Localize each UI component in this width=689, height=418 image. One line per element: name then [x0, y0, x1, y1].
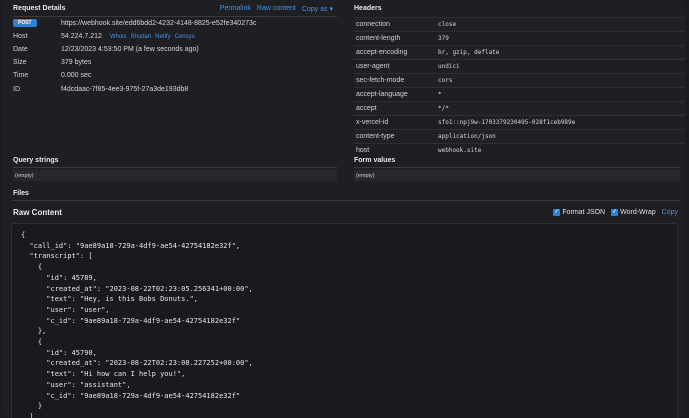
files-title: Files — [13, 190, 29, 197]
header-key: x-vercel-id — [356, 119, 389, 126]
header-key: host — [356, 147, 370, 154]
whois-link[interactable]: Whois — [110, 34, 127, 40]
shodan-link[interactable]: Shodan — [131, 34, 152, 40]
raw-content-controls: ✓ Format JSON ✓ Word-Wrap Copy — [553, 209, 678, 216]
header-value: * — [438, 91, 442, 98]
method-cell: POST — [13, 19, 61, 27]
headers-title: Headers — [354, 5, 382, 12]
header-value: br, gzip, deflate — [438, 49, 500, 56]
censys-link[interactable]: Censys — [175, 34, 195, 40]
copy-button[interactable]: Copy — [662, 209, 678, 216]
checkmark-icon: ✓ — [611, 209, 619, 216]
header-key: sec-fetch-mode — [356, 77, 405, 84]
method-badge: POST — [13, 19, 37, 27]
query-strings-value: (empty) — [13, 170, 337, 181]
host-value: 54.224.7.212 — [61, 33, 102, 40]
id-value: f4dcdaac-7f85-4ee3-975f-27a3de193db8 — [61, 86, 189, 93]
query-strings-title: Query strings — [13, 157, 59, 164]
header-row: accept-language * — [354, 87, 685, 101]
request-details-title: Request Details — [13, 5, 66, 12]
raw-content-body[interactable]: { "call_id": "9ae89a18-729a-4df9-ae54-42… — [11, 223, 678, 418]
netify-link[interactable]: Netify — [155, 34, 170, 40]
form-values-title: Form values — [354, 157, 396, 164]
header-row: sec-fetch-mode cors — [354, 73, 685, 87]
header-row: accept */* — [354, 101, 685, 115]
chevron-down-icon: ▾ — [329, 6, 333, 13]
header-row: content-length 379 — [354, 31, 685, 45]
permalink-link[interactable]: Permalink — [220, 5, 251, 13]
checkmark-icon: ✓ — [553, 209, 561, 216]
header-key: accept-encoding — [356, 49, 408, 56]
time-value: 0.000 sec — [61, 72, 92, 79]
request-actions: Permalink Raw content Copy as ▾ — [220, 5, 333, 13]
header-key: user-agent — [356, 63, 390, 70]
header-value: webhook.site — [438, 147, 482, 154]
word-wrap-label: Word-Wrap — [620, 209, 656, 216]
host-row: Host 54.224.7.212 Whois Shodan Netify Ce… — [13, 33, 195, 40]
header-key: content-length — [356, 35, 401, 42]
date-value: 12/23/2023 4:53:50 PM (a few seconds ago… — [61, 46, 199, 53]
size-key: Size — [13, 59, 27, 66]
header-key: content-type — [356, 133, 395, 140]
url-row: POST https://webhook.site/edd6bdd2-4232-… — [13, 19, 256, 27]
date-key: Date — [13, 46, 28, 53]
id-key: ID — [13, 86, 20, 93]
raw-content-link[interactable]: Raw content — [257, 5, 296, 13]
header-row: accept-encoding br, gzip, deflate — [354, 45, 685, 59]
header-row: user-agent undici — [354, 59, 685, 73]
format-json-checkbox[interactable]: ✓ Format JSON — [553, 209, 605, 216]
header-value: cors — [438, 77, 453, 84]
header-value: */* — [438, 105, 449, 112]
header-value: undici — [438, 63, 460, 70]
header-value: sfo1::npj9w-1703379230495-028f1ceb989e — [438, 119, 576, 126]
raw-content-title: Raw Content — [13, 208, 62, 217]
size-value: 379 bytes — [61, 59, 92, 66]
host-key: Host — [13, 33, 28, 40]
divider — [13, 200, 680, 201]
header-key: accept — [356, 105, 377, 112]
headers-table: connection close content-length 379 accept… — [354, 17, 685, 157]
format-json-label: Format JSON — [562, 209, 606, 216]
copy-as-label: Copy as — [301, 6, 328, 13]
header-row: content-type application/json — [354, 129, 685, 143]
divider — [13, 167, 337, 168]
header-key: accept-language — [356, 91, 408, 98]
header-row: x-vercel-id sfo1::npj9w-1703379230495-028… — [354, 115, 685, 129]
divider — [354, 167, 680, 168]
header-value: 379 — [438, 35, 449, 42]
header-value: close — [438, 21, 457, 28]
copy-as-dropdown[interactable]: Copy as ▾ — [302, 5, 333, 13]
time-key: Time — [13, 72, 29, 79]
header-value: application/json — [438, 133, 496, 140]
header-row: host webhook.site — [354, 143, 685, 157]
word-wrap-checkbox[interactable]: ✓ Word-Wrap — [611, 209, 656, 216]
size-row: Size 379 bytes — [13, 59, 91, 66]
host-lookup-links: Whois Shodan Netify Censys — [110, 34, 195, 40]
request-viewer: Request Details Permalink Raw content Co… — [2, 0, 685, 418]
request-url-link[interactable]: https://webhook.site/edd6bdd2-4232-4148-… — [61, 20, 256, 27]
id-row: ID f4dcdaac-7f85-4ee3-975f-27a3de193db8 — [13, 86, 188, 93]
date-row: Date 12/23/2023 4:53:50 PM (a few second… — [13, 46, 199, 53]
divider — [13, 16, 337, 17]
form-values-value: (empty) — [354, 170, 680, 181]
header-key: connection — [356, 21, 390, 28]
time-row: Time 0.000 sec — [13, 72, 91, 79]
header-row: connection close — [354, 17, 685, 31]
